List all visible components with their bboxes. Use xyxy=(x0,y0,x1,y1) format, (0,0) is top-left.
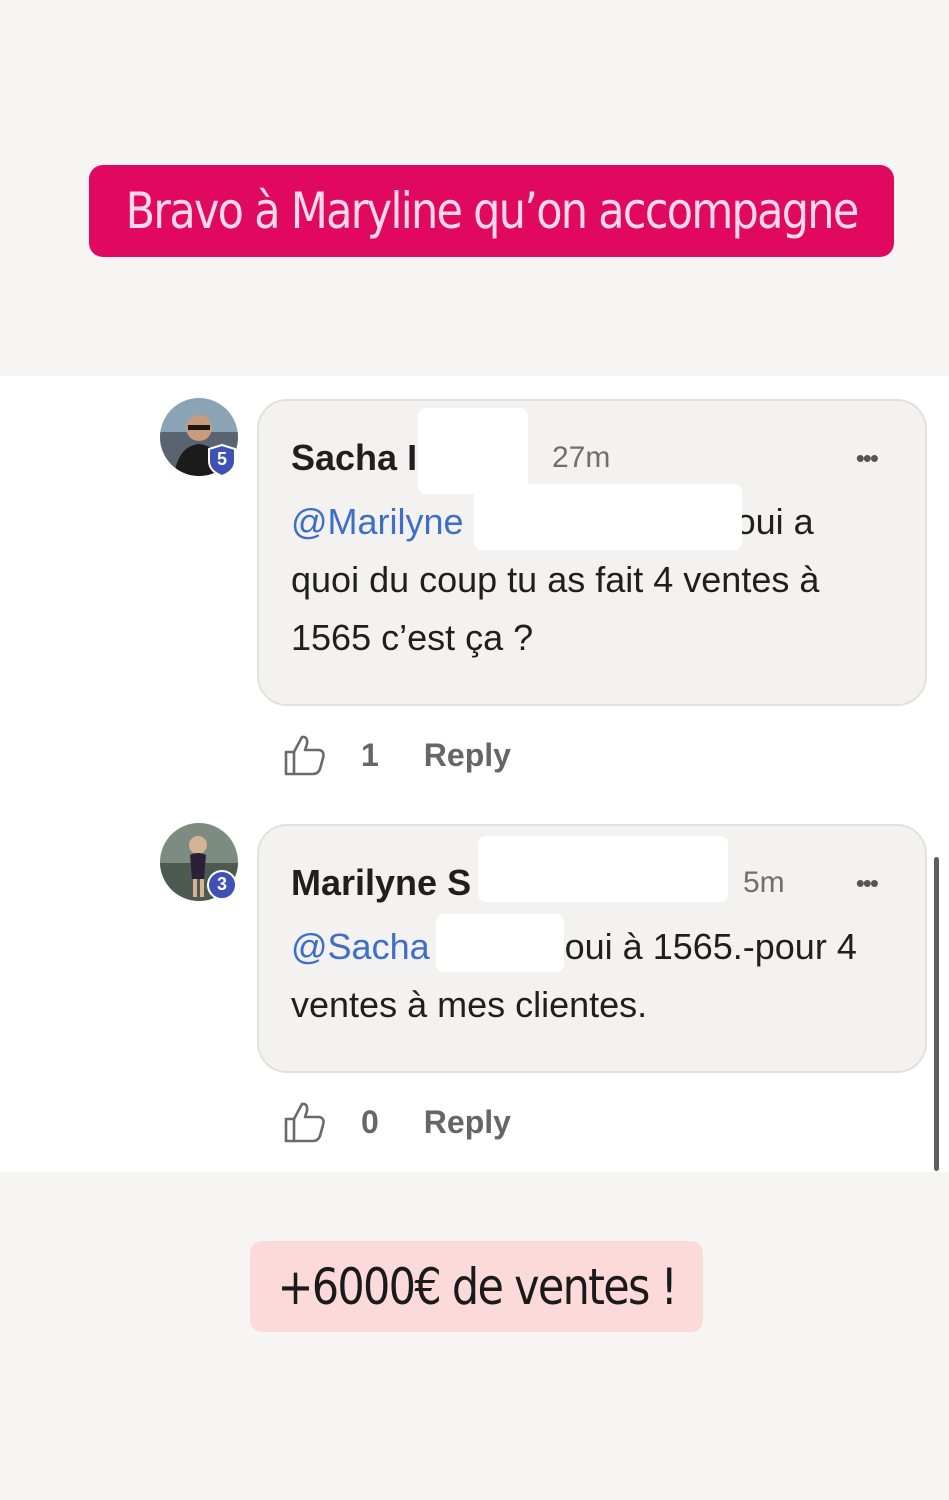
comment-time: 27m xyxy=(552,441,611,474)
more-options-icon[interactable]: ••• xyxy=(856,870,879,896)
bottom-banner: +6000€ de ventes ! xyxy=(250,1241,703,1332)
comment-actions: 0 Reply xyxy=(283,1097,511,1147)
thumbs-up-icon[interactable] xyxy=(283,733,327,777)
bottom-banner-text: +6000€ de ventes ! xyxy=(277,1257,677,1316)
reply-button[interactable]: Reply xyxy=(424,737,511,774)
scrollbar[interactable] xyxy=(934,857,939,1171)
like-count: 1 xyxy=(361,736,379,773)
redaction xyxy=(436,914,564,972)
comment-bubble: Sacha I 27m ••• @Marilyne oui a quoi du c… xyxy=(257,399,927,706)
top-banner-text: Bravo à Maryline qu’on accompagne xyxy=(125,182,860,240)
top-banner: Bravo à Maryline qu’on accompagne xyxy=(89,165,894,257)
comment-author[interactable]: Marilyne S xyxy=(291,862,471,904)
redaction xyxy=(474,484,742,550)
mention-link[interactable]: @Sacha xyxy=(291,926,430,967)
comment-author[interactable]: Sacha I xyxy=(291,437,417,479)
more-options-icon[interactable]: ••• xyxy=(856,445,879,471)
reply-button[interactable]: Reply xyxy=(424,1104,511,1141)
redaction xyxy=(418,408,528,494)
comment-actions: 1 Reply xyxy=(283,730,511,780)
level-badge: 3 xyxy=(207,869,237,902)
like-count: 0 xyxy=(361,1103,379,1140)
comment-text: @Sacha oui à 1565.-pour 4 ventes à mes cl… xyxy=(291,926,857,1025)
mention-link[interactable]: @Marilyne xyxy=(291,501,464,542)
comment-time: 5m xyxy=(743,866,785,899)
thumbs-up-icon[interactable] xyxy=(283,1100,327,1144)
redaction xyxy=(478,836,728,902)
level-badge: 5 xyxy=(207,444,237,477)
